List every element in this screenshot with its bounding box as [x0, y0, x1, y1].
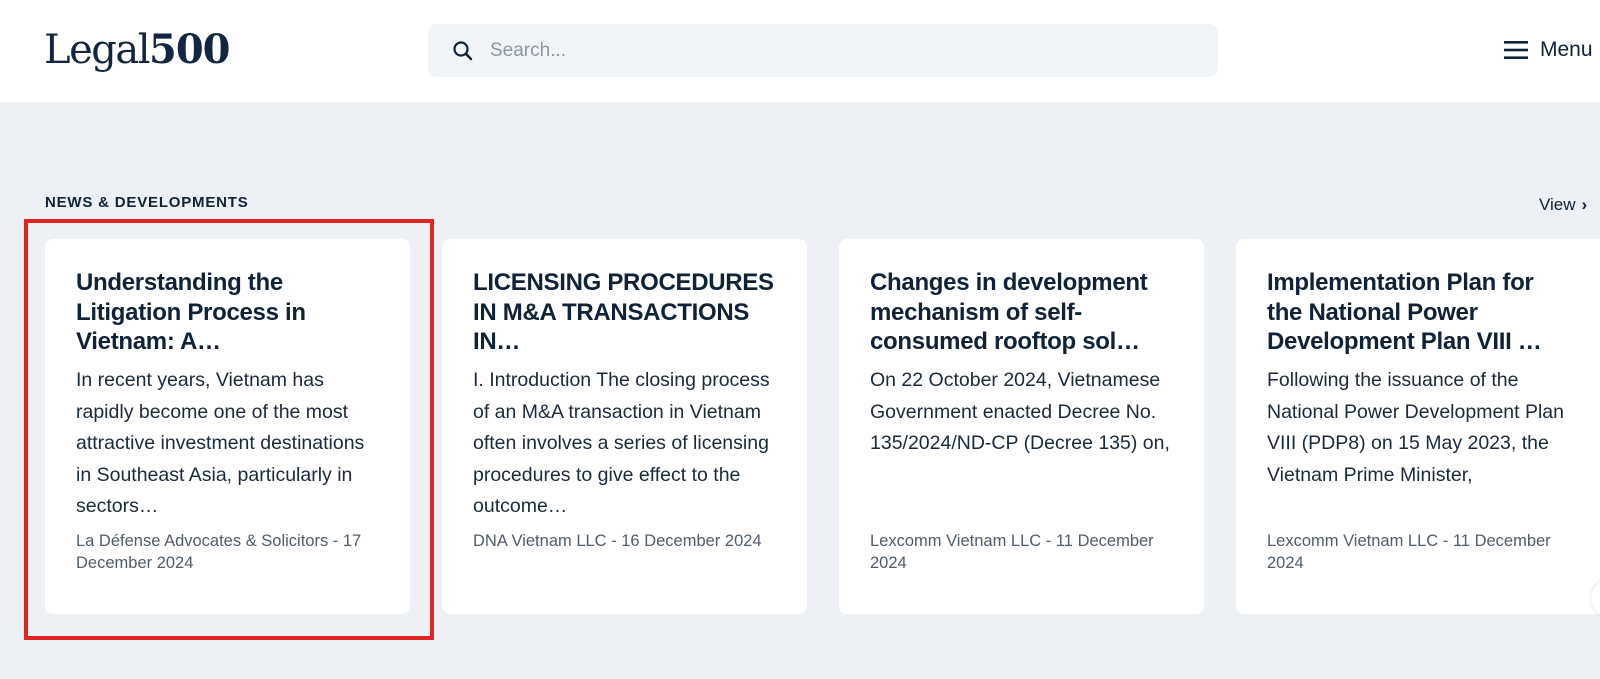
card-meta: La Défense Advocates & Solicitors - 17 D… [76, 532, 362, 572]
legal500-logo[interactable]: Legal500 [44, 24, 230, 76]
section-title: NEWS & DEVELOPMENTS [45, 194, 249, 211]
menu-label: Menu [1540, 38, 1593, 61]
card-summary: I. Introduction The closing process of a… [473, 369, 770, 517]
card-title[interactable]: Changes in development mechanism of self… [870, 268, 1173, 363]
news-card[interactable]: Changes in development mechanism of self… [839, 239, 1204, 614]
view-label: View [1539, 195, 1576, 214]
card-meta: DNA Vietnam LLC - 16 December 2024 [473, 532, 762, 550]
card-title[interactable]: Understanding the Litigation Process in … [76, 268, 379, 363]
card-title[interactable]: LICENSING PROCEDURES IN M&A TRANSACTIONS… [473, 268, 776, 363]
logo-word: Legal [44, 27, 150, 73]
news-card[interactable]: LICENSING PROCEDURES IN M&A TRANSACTIONS… [442, 239, 807, 614]
search-bar[interactable] [428, 24, 1218, 77]
menu-button[interactable]: Menu [1504, 33, 1600, 67]
news-card[interactable]: Implementation Plan for the National Pow… [1236, 239, 1600, 614]
card-meta: Lexcomm Vietnam LLC - 11 December 2024 [870, 532, 1154, 572]
card-summary: On 22 October 2024, Vietnamese Governmen… [870, 369, 1170, 454]
chevron-right-icon: › [1581, 195, 1588, 214]
hamburger-icon [1504, 41, 1528, 59]
logo-number: 500 [148, 26, 230, 73]
search-input[interactable] [490, 24, 1190, 77]
view-all-link[interactable]: View › [1539, 195, 1587, 215]
card-summary: Following the issuance of the National P… [1267, 369, 1564, 486]
card-meta: Lexcomm Vietnam LLC - 11 December 2024 [1267, 532, 1551, 572]
card-summary: In recent years, Vietnam has rapidly bec… [76, 369, 365, 517]
site-header: Legal500 Menu [0, 0, 1600, 102]
card-title[interactable]: Implementation Plan for the National Pow… [1267, 268, 1569, 363]
search-icon [453, 41, 473, 61]
news-card[interactable]: Understanding the Litigation Process in … [45, 239, 410, 614]
